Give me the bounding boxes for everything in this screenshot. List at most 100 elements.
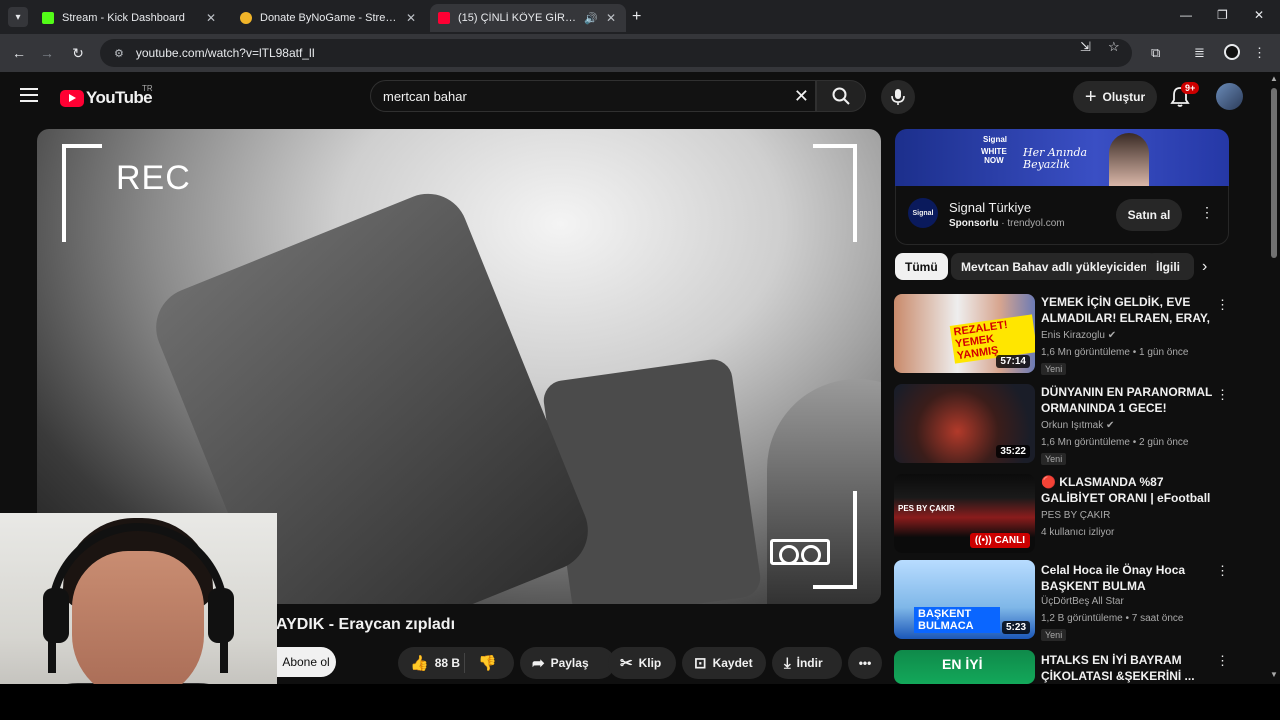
video-menu-icon[interactable]: ⋮ xyxy=(1216,387,1229,403)
menu-icon[interactable] xyxy=(20,88,38,102)
channel-name-text: Enis Kirazoglu xyxy=(1041,330,1105,341)
ad-banner[interactable]: Signal WHITE NOW Her Anında Beyazlık xyxy=(895,129,1229,186)
chip-from-uploader[interactable]: Mevtcan Bahav adlı yükleyiciden xyxy=(951,253,1158,280)
video-menu-icon[interactable]: ⋮ xyxy=(1216,297,1229,313)
channel-name: Orkun Işıtmak ✔ xyxy=(1041,420,1114,431)
minimize-icon[interactable]: — xyxy=(1180,8,1192,22)
headset-cup-left xyxy=(43,588,69,643)
video-menu-icon[interactable]: ⋮ xyxy=(1216,653,1226,669)
save-button[interactable]: ⊡ Kaydet xyxy=(682,647,766,679)
scroll-up-icon[interactable]: ▲ xyxy=(1270,74,1278,83)
video-title: 🔴 KLASMANDA %87 GALİBİYET ORANI | eFootb… xyxy=(1041,475,1211,508)
tab-close-icon[interactable]: ✕ xyxy=(404,11,418,25)
like-count: 88 B xyxy=(434,656,461,670)
cassette-tape-icon xyxy=(770,539,830,565)
video-title: DÜNYANIN EN PARANORMAL ORMANINDA 1 GECE! xyxy=(1041,385,1213,415)
forward-icon[interactable]: → xyxy=(38,44,56,62)
like-button[interactable]: 👍 88 B 👎 xyxy=(398,647,514,679)
tab-close-icon[interactable]: ✕ xyxy=(604,11,618,25)
bookmark-star-icon[interactable]: ☆ xyxy=(1108,39,1120,55)
account-avatar[interactable] xyxy=(1216,83,1243,110)
create-label: Oluştur xyxy=(1102,90,1146,104)
clip-button[interactable]: ✂ Klip xyxy=(608,647,676,679)
video-menu-icon[interactable]: ⋮ xyxy=(1216,563,1229,579)
share-button[interactable]: ➦ Paylaş xyxy=(520,647,615,679)
address-bar[interactable]: ⚙ youtube.com/watch?v=lTL98atf_lI xyxy=(100,39,1132,67)
recommended-video[interactable]: BAŞKENT BULMACA 5:23 Celal Hoca ile Önay… xyxy=(894,560,1229,642)
recommended-video[interactable]: EN İYİ HTALKS EN İYİ BAYRAM ÇİKOLATASI &… xyxy=(894,650,1226,684)
video-thumbnail: PES BY ÇAKIR ((•)) CANLI xyxy=(894,474,1035,553)
save-playlist-icon: ⊡ xyxy=(694,655,707,672)
video-meta: 1,6 Mn görüntüleme • 2 gün önce xyxy=(1041,437,1189,448)
rec-overlay-text: REC xyxy=(116,159,191,197)
live-label: CANLI xyxy=(994,535,1025,546)
clear-search-icon[interactable]: ✕ xyxy=(794,86,809,107)
video-duration: 35:22 xyxy=(996,445,1030,458)
new-tab-button[interactable]: + xyxy=(632,8,641,26)
ad-banner-line: WHITE NOW xyxy=(981,147,1007,165)
microphone-icon xyxy=(891,89,905,105)
advertiser-logo-text: Signal xyxy=(912,209,934,217)
tab-search-button[interactable]: ▾ xyxy=(8,7,28,27)
youtube-favicon-icon xyxy=(438,12,450,24)
video-duration: 57:14 xyxy=(996,355,1030,368)
install-app-icon[interactable]: ⇲ xyxy=(1080,39,1091,55)
recommended-video-live[interactable]: PES BY ÇAKIR ((•)) CANLI 🔴 KLASMANDA %87… xyxy=(894,474,1226,556)
search-input[interactable]: mertcan bahar ✕ xyxy=(370,80,816,112)
advertiser-name: Signal Türkiye xyxy=(949,200,1032,215)
channel-name: ÜçDörtBeş All Star xyxy=(1041,596,1124,607)
reload-icon[interactable]: ↻ xyxy=(69,44,87,62)
ad-card[interactable]: Signal Signal Türkiye Sponsorlu · trendy… xyxy=(895,186,1229,245)
chip-related[interactable]: İlgili xyxy=(1146,253,1194,280)
video-thumbnail: EN İYİ xyxy=(894,650,1035,684)
video-title: YEMEK İÇİN GELDİK, EVE ALMADILAR! ELRAEN… xyxy=(1041,295,1210,328)
create-button[interactable]: + Oluştur xyxy=(1073,81,1157,113)
new-badge: Yeni xyxy=(1041,363,1067,375)
ad-slogan: Her Anında Beyazlık xyxy=(1023,146,1088,171)
bottom-letterbox xyxy=(0,684,1280,720)
download-label: İndir xyxy=(796,656,823,670)
recommended-video[interactable]: 35:22 DÜNYANIN EN PARANORMAL ORMANINDA 1… xyxy=(894,384,1229,466)
tab-close-icon[interactable]: ✕ xyxy=(204,11,218,25)
back-icon[interactable]: ← xyxy=(10,44,28,62)
maximize-icon[interactable]: ❐ xyxy=(1217,8,1228,22)
site-info-icon[interactable]: ⚙ xyxy=(114,47,124,60)
buy-button[interactable]: Satın al xyxy=(1116,199,1182,231)
thumbs-down-icon[interactable]: 👎 xyxy=(478,654,497,672)
share-icon: ➦ xyxy=(532,655,545,672)
browser-tab-kick[interactable]: Stream - Kick Dashboard ✕ xyxy=(34,4,226,32)
extensions-icon[interactable]: ⧉ xyxy=(1151,45,1160,61)
browser-tab-donate[interactable]: Donate ByNoGame - Streamer ✕ xyxy=(232,4,426,32)
url-text: youtube.com/watch?v=lTL98atf_lI xyxy=(135,46,315,60)
scrollbar-thumb[interactable] xyxy=(1271,88,1277,258)
video-meta: 1,2 B görüntüleme • 7 saat önce xyxy=(1041,613,1184,624)
browser-profile-avatar[interactable] xyxy=(1224,44,1240,60)
youtube-logo[interactable]: YouTube TR xyxy=(60,84,153,108)
more-actions-button[interactable]: ••• xyxy=(848,647,882,679)
page-scrollbar[interactable]: ▲ ▼ xyxy=(1268,72,1280,684)
ad-brand-mark: Signal xyxy=(983,135,1008,144)
search-button[interactable] xyxy=(816,80,866,112)
live-badge: ((•)) CANLI xyxy=(969,533,1030,548)
subscribe-button[interactable]: Abone ol xyxy=(276,647,336,677)
chip-all[interactable]: Tümü xyxy=(895,253,948,280)
video-title: Celal Hoca ile Önay Hoca BAŞKENT BULMA Y… xyxy=(1041,563,1186,596)
ad-more-icon[interactable]: ⋮ xyxy=(1200,204,1214,221)
video-thumbnail: BAŞKENT BULMACA 5:23 xyxy=(894,560,1035,639)
search-icon xyxy=(832,87,850,105)
scroll-down-icon[interactable]: ▼ xyxy=(1270,670,1278,679)
verified-check-icon: ✔ xyxy=(1107,330,1117,341)
close-window-icon[interactable]: ✕ xyxy=(1254,8,1264,22)
ad-model-image xyxy=(1109,133,1149,186)
chevron-right-icon[interactable]: › xyxy=(1202,258,1207,276)
audio-playing-icon[interactable]: 🔊 xyxy=(584,12,598,25)
browser-menu-icon[interactable]: ⋮ xyxy=(1253,45,1266,61)
country-code: TR xyxy=(142,84,153,93)
download-button[interactable]: ⤓ İndir xyxy=(772,647,842,679)
video-thumbnail: 35:22 xyxy=(894,384,1035,463)
recommended-video[interactable]: REZALET! YEMEK YANMIŞ 57:14 YEMEK İÇİN G… xyxy=(894,294,1229,376)
voice-search-button[interactable] xyxy=(881,80,915,114)
browser-tab-youtube[interactable]: (15) ÇİNLİ KÖYE GİRDİK GİR 🔊 ✕ xyxy=(430,4,626,32)
media-control-icon[interactable]: ≣ xyxy=(1194,45,1205,61)
kick-favicon-icon xyxy=(42,12,54,24)
